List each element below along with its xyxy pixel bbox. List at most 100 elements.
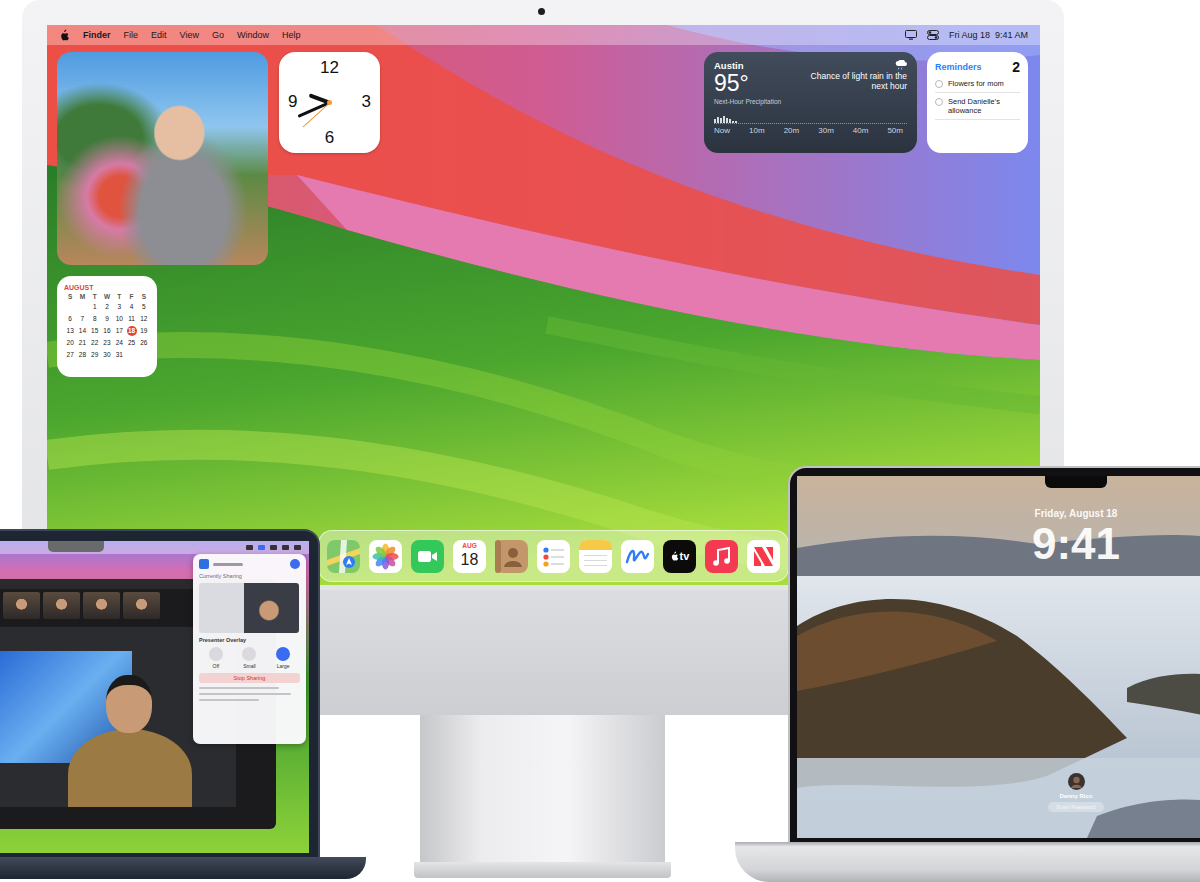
reminders-widget[interactable]: Reminders2Flowers for momSend Danielle's… — [927, 52, 1028, 153]
reminders-app-icon[interactable] — [537, 540, 570, 573]
option-button[interactable] — [276, 647, 290, 661]
day-number: 1 — [90, 302, 100, 312]
display-icon[interactable] — [905, 30, 917, 40]
calendar-day[interactable]: 21 — [76, 338, 88, 348]
user-avatar-icon[interactable] — [1068, 773, 1085, 790]
calendar-icon-day: 18 — [461, 550, 479, 569]
menu-status-icon[interactable] — [282, 545, 289, 550]
stop-sharing-button[interactable]: Stop Sharing — [199, 673, 300, 683]
calendar-day[interactable]: 11 — [125, 314, 137, 324]
reminder-text: Send Danielle's allowance — [948, 97, 1020, 115]
app-menu[interactable]: Finder — [83, 30, 111, 40]
calendar-day[interactable]: 23 — [101, 338, 113, 348]
stage: Finder File Edit View Go Window Help Fri Aug 18… — [0, 0, 1200, 882]
menu-item[interactable]: Help — [282, 30, 301, 40]
calendar-day[interactable]: 15 — [89, 326, 101, 336]
calendar-day[interactable]: 22 — [89, 338, 101, 348]
menu-item[interactable]: Go — [212, 30, 224, 40]
menu-status-icon[interactable] — [246, 545, 253, 550]
precipitation-bar — [726, 118, 728, 123]
notes-app-icon[interactable] — [579, 540, 612, 573]
calendar-day[interactable]: 10 — [113, 314, 125, 324]
day-number: 8 — [90, 314, 100, 324]
calendar-day[interactable]: 4 — [125, 302, 137, 312]
apple-icon[interactable] — [59, 29, 70, 41]
reminders-title: Reminders — [935, 62, 982, 72]
tv-app-icon[interactable]: tv — [663, 540, 696, 573]
calendar-day[interactable]: 19 — [138, 326, 150, 336]
facetime-app-icon[interactable] — [411, 540, 444, 573]
freeform-app-icon[interactable] — [621, 540, 654, 573]
panel-line — [199, 699, 259, 701]
calendar-day[interactable]: 1 — [89, 302, 101, 312]
precipitation-bar — [729, 119, 731, 123]
calendar-day[interactable]: 27 — [64, 350, 76, 360]
calendar-day[interactable]: 6 — [64, 314, 76, 324]
calendar-day[interactable]: 13 — [64, 326, 76, 336]
option-button[interactable] — [209, 647, 223, 661]
calendar-day[interactable]: 9 — [101, 314, 113, 324]
maps-app-icon[interactable] — [327, 540, 360, 573]
weekday-label: T — [89, 293, 101, 300]
calendar-day[interactable]: 17 — [113, 326, 125, 336]
menu-item[interactable]: View — [180, 30, 199, 40]
menu-item[interactable]: Window — [237, 30, 269, 40]
day-number: 15 — [90, 326, 100, 336]
calendar-day[interactable]: 7 — [76, 314, 88, 324]
menu-status-icon[interactable] — [294, 545, 301, 550]
reminder-item[interactable]: Flowers for mom — [935, 79, 1020, 93]
calendar-day[interactable]: 30 — [101, 350, 113, 360]
screen-share-icon[interactable] — [290, 559, 300, 569]
calendar-day[interactable]: 31 — [113, 350, 125, 360]
calendar-day[interactable]: 2 — [101, 302, 113, 312]
menu-item[interactable]: File — [124, 30, 139, 40]
music-app-icon[interactable] — [705, 540, 738, 573]
calendar-icon-month: AUG — [462, 542, 476, 550]
calendar-day[interactable]: 3 — [113, 302, 125, 312]
overlay-option[interactable]: Large — [276, 647, 290, 669]
calendar-day[interactable]: 12 — [138, 314, 150, 324]
calendar-day[interactable]: 28 — [76, 350, 88, 360]
menu-bar: Finder File Edit View Go Window Help Fri Aug 18… — [47, 25, 1040, 45]
calendar-day[interactable]: 18 — [125, 326, 137, 336]
calendar-day[interactable]: 16 — [101, 326, 113, 336]
reminder-item[interactable]: Send Danielle's allowance — [935, 97, 1020, 120]
clock-widget[interactable]: 12369 — [279, 52, 380, 153]
chart-tick: 10m — [749, 126, 765, 135]
contacts-app-icon[interactable] — [495, 540, 528, 573]
option-button[interactable] — [242, 647, 256, 661]
overlay-option[interactable]: Small — [242, 647, 256, 669]
calendar-day[interactable]: 24 — [113, 338, 125, 348]
photos-app-icon[interactable] — [369, 540, 402, 573]
calendar-day[interactable]: 14 — [76, 326, 88, 336]
login-area: Danny RicoEnter Password — [976, 773, 1176, 812]
reminder-checkbox[interactable] — [935, 80, 943, 88]
news-app-icon[interactable] — [747, 540, 780, 573]
menu-status-icon[interactable] — [258, 545, 265, 550]
calendar-day[interactable]: 26 — [138, 338, 150, 348]
day-number: 21 — [77, 338, 87, 348]
reminder-checkbox[interactable] — [935, 98, 943, 106]
control-center-icon[interactable] — [927, 30, 939, 40]
calendar-day[interactable]: 5 — [138, 302, 150, 312]
calendar-widget[interactable]: AUGUSTSMTWTFS123456789101112131415161718… — [57, 276, 157, 377]
calendar-day[interactable]: 29 — [89, 350, 101, 360]
calendar-day[interactable]: 25 — [125, 338, 137, 348]
participant-tile — [123, 592, 160, 619]
panel-line — [199, 687, 279, 689]
lock-screen-wallpaper — [797, 476, 1200, 838]
calendar-grid: SMTWTFS123456789101112131415161718192021… — [64, 293, 150, 360]
calendar-day[interactable]: 20 — [64, 338, 76, 348]
password-field[interactable]: Enter Password — [1048, 802, 1104, 812]
calendar-app-icon[interactable]: AUG18 — [453, 540, 486, 573]
menu-status-icon[interactable] — [270, 545, 277, 550]
menu-item[interactable]: Edit — [151, 30, 167, 40]
calendar-day[interactable]: 8 — [89, 314, 101, 324]
menu-clock[interactable]: Fri Aug 18 9:41 AM — [949, 30, 1028, 40]
weather-widget[interactable]: Austin95°Chance of light rain in the nex… — [704, 52, 917, 153]
panel-header — [199, 559, 300, 569]
overlay-option[interactable]: Off — [209, 647, 223, 669]
day-number: 3 — [114, 302, 124, 312]
photo-widget[interactable] — [57, 52, 268, 265]
weekday-label: S — [64, 293, 76, 300]
